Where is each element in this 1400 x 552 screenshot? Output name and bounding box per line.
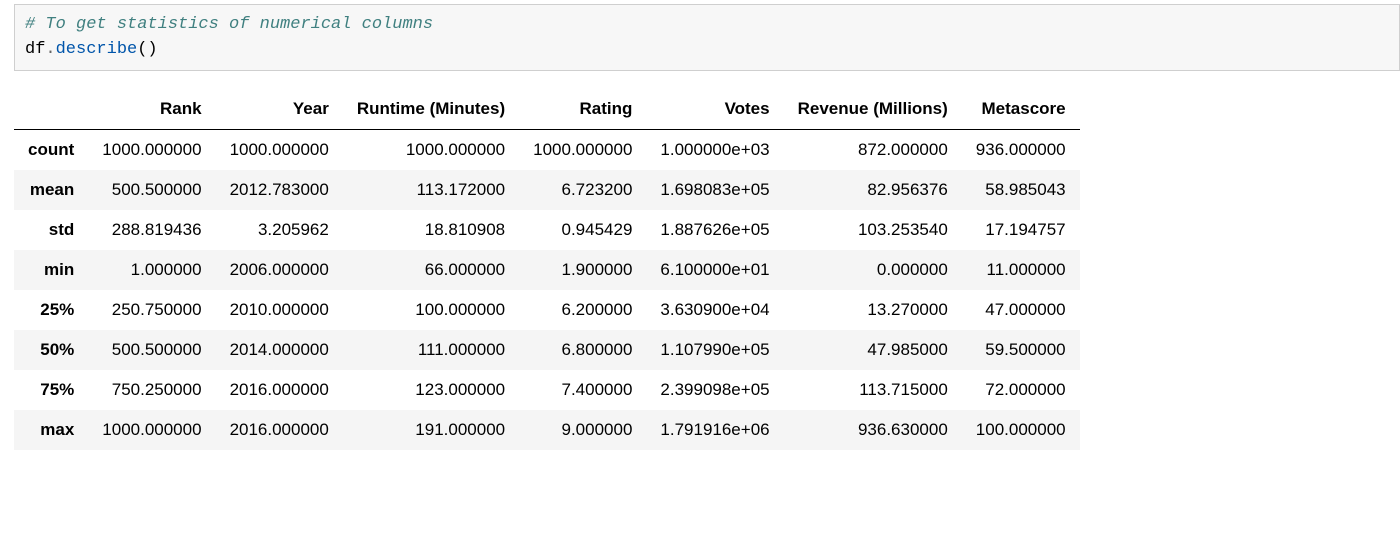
corner-cell bbox=[14, 89, 88, 130]
cell: 1.000000e+03 bbox=[646, 130, 783, 171]
row-header: std bbox=[14, 210, 88, 250]
cell: 191.000000 bbox=[343, 410, 519, 450]
cell: 1.900000 bbox=[519, 250, 646, 290]
table-row: 75% 750.250000 2016.000000 123.000000 7.… bbox=[14, 370, 1080, 410]
col-header: Revenue (Millions) bbox=[784, 89, 962, 130]
row-header: max bbox=[14, 410, 88, 450]
cell: 2016.000000 bbox=[216, 370, 343, 410]
cell: 58.985043 bbox=[962, 170, 1080, 210]
cell: 3.205962 bbox=[216, 210, 343, 250]
col-header: Votes bbox=[646, 89, 783, 130]
code-input[interactable]: # To get statistics of numerical columns… bbox=[14, 4, 1400, 71]
cell: 103.253540 bbox=[784, 210, 962, 250]
cell: 2012.783000 bbox=[216, 170, 343, 210]
row-header: 75% bbox=[14, 370, 88, 410]
cell: 7.400000 bbox=[519, 370, 646, 410]
code-obj: df bbox=[25, 40, 45, 59]
row-header: 25% bbox=[14, 290, 88, 330]
cell: 1.000000 bbox=[88, 250, 215, 290]
cell: 750.250000 bbox=[88, 370, 215, 410]
cell: 6.800000 bbox=[519, 330, 646, 370]
col-header: Metascore bbox=[962, 89, 1080, 130]
cell: 250.750000 bbox=[88, 290, 215, 330]
notebook-cell: # To get statistics of numerical columns… bbox=[0, 4, 1400, 450]
table-row: count 1000.000000 1000.000000 1000.00000… bbox=[14, 130, 1080, 171]
cell: 100.000000 bbox=[962, 410, 1080, 450]
cell: 2.399098e+05 bbox=[646, 370, 783, 410]
cell: 1.107990e+05 bbox=[646, 330, 783, 370]
describe-table: Rank Year Runtime (Minutes) Rating Votes… bbox=[14, 89, 1080, 450]
cell: 113.172000 bbox=[343, 170, 519, 210]
cell: 1.791916e+06 bbox=[646, 410, 783, 450]
cell: 2014.000000 bbox=[216, 330, 343, 370]
code-method: describe bbox=[56, 40, 138, 59]
cell: 1000.000000 bbox=[88, 410, 215, 450]
cell: 6.100000e+01 bbox=[646, 250, 783, 290]
cell: 2010.000000 bbox=[216, 290, 343, 330]
code-comment: # To get statistics of numerical columns bbox=[25, 15, 433, 34]
table-head: Rank Year Runtime (Minutes) Rating Votes… bbox=[14, 89, 1080, 130]
cell: 47.985000 bbox=[784, 330, 962, 370]
col-header: Year bbox=[216, 89, 343, 130]
cell: 1.887626e+05 bbox=[646, 210, 783, 250]
cell: 1.698083e+05 bbox=[646, 170, 783, 210]
row-header: min bbox=[14, 250, 88, 290]
table-row: std 288.819436 3.205962 18.810908 0.9454… bbox=[14, 210, 1080, 250]
table-row: 50% 500.500000 2014.000000 111.000000 6.… bbox=[14, 330, 1080, 370]
cell: 18.810908 bbox=[343, 210, 519, 250]
cell: 13.270000 bbox=[784, 290, 962, 330]
cell: 72.000000 bbox=[962, 370, 1080, 410]
header-row: Rank Year Runtime (Minutes) Rating Votes… bbox=[14, 89, 1080, 130]
cell: 1000.000000 bbox=[88, 130, 215, 171]
cell: 1000.000000 bbox=[519, 130, 646, 171]
cell: 2016.000000 bbox=[216, 410, 343, 450]
code-parens: () bbox=[137, 40, 157, 59]
cell: 123.000000 bbox=[343, 370, 519, 410]
cell: 0.945429 bbox=[519, 210, 646, 250]
col-header: Rating bbox=[519, 89, 646, 130]
cell: 2006.000000 bbox=[216, 250, 343, 290]
cell: 11.000000 bbox=[962, 250, 1080, 290]
cell: 936.630000 bbox=[784, 410, 962, 450]
cell: 1000.000000 bbox=[216, 130, 343, 171]
cell: 6.200000 bbox=[519, 290, 646, 330]
row-header: 50% bbox=[14, 330, 88, 370]
table-row: max 1000.000000 2016.000000 191.000000 9… bbox=[14, 410, 1080, 450]
cell: 100.000000 bbox=[343, 290, 519, 330]
output-area: Rank Year Runtime (Minutes) Rating Votes… bbox=[14, 89, 1400, 450]
cell: 111.000000 bbox=[343, 330, 519, 370]
table-row: min 1.000000 2006.000000 66.000000 1.900… bbox=[14, 250, 1080, 290]
cell: 288.819436 bbox=[88, 210, 215, 250]
cell: 3.630900e+04 bbox=[646, 290, 783, 330]
row-header: count bbox=[14, 130, 88, 171]
cell: 113.715000 bbox=[784, 370, 962, 410]
cell: 66.000000 bbox=[343, 250, 519, 290]
table-row: 25% 250.750000 2010.000000 100.000000 6.… bbox=[14, 290, 1080, 330]
cell: 500.500000 bbox=[88, 330, 215, 370]
table-row: mean 500.500000 2012.783000 113.172000 6… bbox=[14, 170, 1080, 210]
cell: 47.000000 bbox=[962, 290, 1080, 330]
cell: 500.500000 bbox=[88, 170, 215, 210]
code-dot: . bbox=[45, 40, 55, 59]
cell: 872.000000 bbox=[784, 130, 962, 171]
cell: 936.000000 bbox=[962, 130, 1080, 171]
cell: 1000.000000 bbox=[343, 130, 519, 171]
cell: 0.000000 bbox=[784, 250, 962, 290]
table-body: count 1000.000000 1000.000000 1000.00000… bbox=[14, 130, 1080, 451]
cell: 9.000000 bbox=[519, 410, 646, 450]
cell: 59.500000 bbox=[962, 330, 1080, 370]
row-header: mean bbox=[14, 170, 88, 210]
col-header: Runtime (Minutes) bbox=[343, 89, 519, 130]
cell: 17.194757 bbox=[962, 210, 1080, 250]
col-header: Rank bbox=[88, 89, 215, 130]
cell: 6.723200 bbox=[519, 170, 646, 210]
cell: 82.956376 bbox=[784, 170, 962, 210]
